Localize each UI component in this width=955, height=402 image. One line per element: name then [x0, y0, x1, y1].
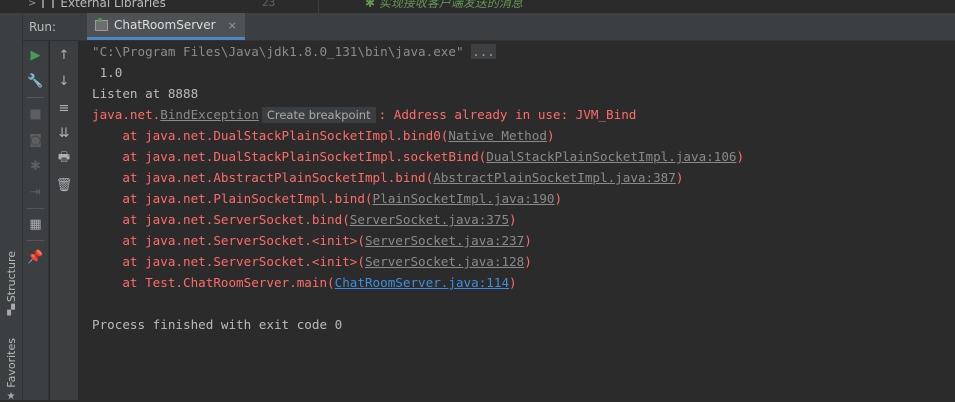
- exit-icon[interactable]: ⇥: [23, 181, 48, 203]
- print-icon[interactable]: 🖶: [50, 148, 78, 170]
- stack-frame: at java.net.DualStackPlainSocketImpl.bin…: [92, 125, 555, 146]
- editor-line-number: 23: [262, 0, 276, 9]
- console-line-command: "C:\Program Files\Java\jdk1.8.0_131\bin\…: [92, 41, 496, 62]
- run-label: Run:: [29, 20, 57, 34]
- stack-frame: at java.net.ServerSocket.bind(ServerSock…: [92, 209, 517, 230]
- frame-source-link[interactable]: ServerSocket.java:128: [365, 254, 524, 269]
- toolbar-separator: [27, 208, 44, 209]
- frame-source-link[interactable]: Native Method: [448, 128, 547, 143]
- expand-command-button[interactable]: ...: [471, 44, 496, 59]
- application-icon: [95, 17, 108, 31]
- exit-code-line: Process finished with exit code 0: [92, 317, 343, 332]
- frame-text: at java.net.DualStackPlainSocketImpl.bin…: [92, 128, 449, 143]
- frame-text: at java.net.ServerSocket.<init>(: [92, 254, 365, 269]
- exception-line: java.net.BindException Create breakpoint:…: [92, 104, 636, 125]
- side-tab-favorites[interactable]: Favorites ★: [0, 338, 22, 402]
- trash-icon[interactable]: 🗑: [50, 174, 78, 196]
- stack-frame: at java.net.ServerSocket.<init>(ServerSo…: [92, 230, 532, 251]
- run-toolbar-primary: ▶ 🔧 ■ ◙ ✱ ⇥ ▦ 📌: [23, 41, 49, 400]
- rerun-icon[interactable]: ▶: [23, 44, 48, 66]
- debug-icon[interactable]: ✱: [23, 155, 48, 177]
- frame-source-link[interactable]: ServerSocket.java:237: [365, 233, 524, 248]
- run-panel-header: Run: ChatRoomServer ×: [23, 13, 955, 41]
- editor-divider: [318, 0, 319, 13]
- frame-source-link[interactable]: AbstractPlainSocketImpl.java:387: [433, 170, 676, 185]
- frame-text: at java.net.DualStackPlainSocketImpl.soc…: [92, 149, 487, 164]
- down-arrow-icon[interactable]: ↓: [50, 70, 78, 92]
- frame-text: at java.net.AbstractPlainSocketImpl.bind…: [92, 170, 434, 185]
- pin-icon[interactable]: 📌: [23, 246, 48, 268]
- exception-class-link[interactable]: BindException: [160, 107, 259, 122]
- soft-wrap-icon[interactable]: ≡: [50, 97, 78, 119]
- frame-end: ): [736, 149, 745, 164]
- frame-end: ): [509, 275, 517, 290]
- console-line: Listen at 8888: [92, 86, 199, 101]
- side-tab-label: Favorites: [4, 338, 18, 388]
- frame-end: ): [554, 191, 563, 206]
- run-tab-label: ChatRoomServer: [114, 18, 216, 32]
- toolbar-separator: [27, 240, 44, 241]
- editor-comment: ✱ 实现接收客户端发送的消息: [365, 0, 523, 11]
- frame-source-link[interactable]: ServerSocket.java:375: [350, 212, 509, 227]
- frame-end: ): [546, 128, 555, 143]
- run-tab-chatroomserver[interactable]: ChatRoomServer ×: [87, 13, 245, 40]
- close-icon[interactable]: ×: [228, 19, 237, 32]
- stack-frame: at Test.ChatRoomServer.main(ChatRoomServ…: [92, 272, 517, 293]
- command-text: "C:\Program Files\Java\jdk1.8.0_131\bin\…: [92, 44, 472, 59]
- top-strip: > External Libraries 23 ✱ 实现接收客户端发送的消息: [0, 0, 955, 13]
- frame-source-link[interactable]: ChatRoomServer.java:114: [335, 275, 509, 290]
- chevron-right-icon[interactable]: >: [28, 0, 36, 9]
- frame-text: at java.net.ServerSocket.bind(: [92, 212, 350, 227]
- star-icon: ★: [6, 390, 16, 402]
- side-tab-label: Structure: [4, 251, 18, 303]
- create-breakpoint-hint[interactable]: Create breakpoint: [261, 107, 376, 123]
- stack-frame: at java.net.AbstractPlainSocketImpl.bind…: [92, 167, 683, 188]
- frame-end: ): [524, 254, 532, 269]
- frame-source-link[interactable]: DualStackPlainSocketImpl.java:106: [486, 149, 736, 164]
- scroll-to-end-icon[interactable]: ⇊: [50, 122, 78, 144]
- project-tree-item-external-libraries[interactable]: > External Libraries: [28, 0, 166, 10]
- frame-text: at java.net.PlainSocketImpl.bind(: [92, 191, 373, 206]
- stack-frame: at java.net.DualStackPlainSocketImpl.soc…: [92, 146, 744, 167]
- project-tree-label: External Libraries: [60, 0, 166, 10]
- stack-frame: at java.net.ServerSocket.<init>(ServerSo…: [92, 251, 532, 272]
- comment-text: 实现接收客户端发送的消息: [378, 0, 523, 10]
- wrench-icon[interactable]: 🔧: [23, 70, 48, 92]
- console-line: 1.0: [92, 65, 123, 80]
- frame-end: ): [524, 233, 532, 248]
- exception-prefix: java.net.: [92, 107, 161, 122]
- stack-frame: at java.net.PlainSocketImpl.bind(PlainSo…: [92, 188, 562, 209]
- side-tab-structure[interactable]: Structure ▞: [0, 251, 22, 316]
- library-icon: [42, 0, 55, 8]
- frame-end: ): [675, 170, 684, 185]
- frame-text: at Test.ChatRoomServer.main(: [92, 275, 335, 290]
- left-tool-strip: Structure ▞ Favorites ★: [0, 13, 23, 402]
- stop-icon[interactable]: ■: [23, 103, 48, 125]
- frame-end: ): [509, 212, 517, 227]
- frame-source-link[interactable]: PlainSocketImpl.java:190: [373, 191, 555, 206]
- frame-text: at java.net.ServerSocket.<init>(: [92, 233, 365, 248]
- toolbar-separator: [27, 97, 44, 98]
- camera-icon[interactable]: ◙: [23, 129, 48, 151]
- structure-icon: ▞: [7, 305, 15, 317]
- exception-message: : Address already in use: JVM_Bind: [378, 107, 637, 122]
- layout-icon[interactable]: ▦: [23, 213, 48, 235]
- console-output[interactable]: "C:\Program Files\Java\jdk1.8.0_131\bin\…: [79, 41, 955, 400]
- up-arrow-icon[interactable]: ↑: [50, 44, 78, 66]
- run-toolbar-secondary: ↑ ↓ ≡ ⇊ 🖶 🗑: [50, 41, 78, 400]
